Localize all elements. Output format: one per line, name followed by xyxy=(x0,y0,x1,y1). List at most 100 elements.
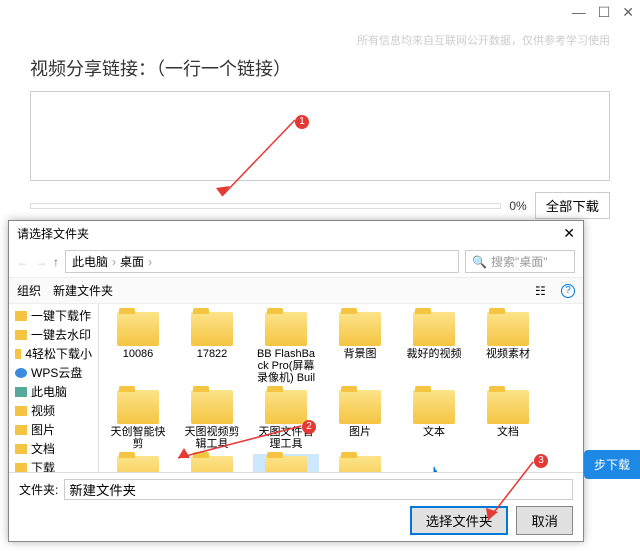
view-icon[interactable]: ☷ xyxy=(535,284,549,298)
file-item[interactable]: 文件素材 xyxy=(179,454,245,472)
folder-icon xyxy=(117,312,159,346)
sidebar-item-label: 下载 xyxy=(31,459,55,472)
sidebar-item[interactable]: WPS云盘 xyxy=(9,363,98,382)
sidebar-item-label: 4轻松下载小 xyxy=(25,345,92,362)
file-item[interactable]: ♪音乐 xyxy=(401,454,467,472)
breadcrumb[interactable]: 此电脑 › 桌面 › xyxy=(65,250,459,273)
folder-icon xyxy=(265,312,307,346)
folder-icon xyxy=(191,456,233,472)
folder-icon xyxy=(487,312,529,346)
folder-picker-dialog: 请选择文件夹 ✕ ← → ↑ 此电脑 › 桌面 › 🔍 搜索"桌面" 组织 新建… xyxy=(8,220,584,542)
folder-icon xyxy=(191,312,233,346)
minimize-button[interactable]: — xyxy=(572,4,586,21)
file-label: 背景图 xyxy=(344,348,377,360)
breadcrumb-l1[interactable]: 此电脑 xyxy=(72,253,108,270)
file-label: 裁好的视频 xyxy=(407,348,462,360)
search-icon: 🔍 xyxy=(472,255,487,269)
chevron-right-icon: › xyxy=(112,255,116,269)
folder-mini-icon xyxy=(15,444,27,454)
cancel-button[interactable]: 取消 xyxy=(516,506,573,535)
sidebar-item-label: 图片 xyxy=(31,421,55,438)
folder-icon xyxy=(413,390,455,424)
file-label: 文档 xyxy=(497,426,519,438)
progress-bar xyxy=(30,203,501,209)
sidebar-item-label: WPS云盘 xyxy=(31,364,82,381)
progress-pct: 0% xyxy=(509,199,526,213)
folder-mini-icon xyxy=(15,349,21,359)
sidebar-item[interactable]: 视频 xyxy=(9,401,98,420)
folder-name-input[interactable] xyxy=(64,479,573,500)
sidebar-item-label: 此电脑 xyxy=(31,383,67,400)
maximize-button[interactable]: ☐ xyxy=(598,4,611,21)
nav-back-icon[interactable]: ← xyxy=(17,255,29,269)
page-title: 视频分享链接：（一行一个链接） xyxy=(30,55,610,81)
folder-icon xyxy=(487,390,529,424)
sidebar-item[interactable]: 图片 xyxy=(9,420,98,439)
sidebar-item[interactable]: 4轻松下载小 xyxy=(9,344,98,363)
folder-icon xyxy=(339,390,381,424)
file-label: 17822 xyxy=(197,348,228,360)
dialog-close-button[interactable]: ✕ xyxy=(563,225,575,242)
folder-icon xyxy=(339,312,381,346)
file-item[interactable]: 裁好的视频 xyxy=(401,310,467,386)
sidebar-item[interactable]: 文档 xyxy=(9,439,98,458)
music-icon: ♪ xyxy=(415,456,453,472)
pc-mini-icon xyxy=(15,387,27,397)
file-item[interactable]: 17822 xyxy=(179,310,245,386)
file-item[interactable]: 天图视频剪辑工具 xyxy=(179,388,245,452)
folder-icon xyxy=(191,390,233,424)
search-input[interactable]: 🔍 搜索"桌面" xyxy=(465,250,575,273)
sidebar-item[interactable]: 一键下载作 xyxy=(9,306,98,325)
cloud-mini-icon xyxy=(15,368,27,378)
sidebar-item[interactable]: 下载 xyxy=(9,458,98,472)
sidebar: 一键下载作一键去水印4轻松下载小WPS云盘此电脑视频图片文档下载音乐桌面本地磁盘… xyxy=(9,304,99,472)
file-label: 视频素材 xyxy=(486,348,530,360)
folder-icon xyxy=(413,312,455,346)
help-icon[interactable]: ? xyxy=(561,284,575,298)
file-item[interactable]: 天创智能快剪 xyxy=(105,388,171,452)
newfolder-button[interactable]: 新建文件夹 xyxy=(53,282,113,299)
folder-icon xyxy=(117,456,159,472)
sync-download-button[interactable]: 步下载 xyxy=(584,450,640,479)
sidebar-item[interactable]: 此电脑 xyxy=(9,382,98,401)
file-label: 图片 xyxy=(349,426,371,438)
folder-mini-icon xyxy=(15,463,27,473)
nav-up-icon[interactable]: ↑ xyxy=(53,255,59,269)
close-button[interactable]: ✕ xyxy=(622,4,634,21)
file-item[interactable]: 文档 xyxy=(475,388,541,452)
breadcrumb-l2[interactable]: 桌面 xyxy=(120,253,144,270)
file-label: 天图视频剪辑工具 xyxy=(181,426,243,450)
nav-fwd-icon[interactable]: → xyxy=(35,255,47,269)
dialog-title: 请选择文件夹 xyxy=(17,225,89,242)
file-item[interactable]: 10086 xyxy=(105,310,171,386)
folder-mini-icon xyxy=(15,311,27,321)
folder-icon xyxy=(339,456,381,472)
file-label: BB FlashBack Pro(屏幕录像机) Build 4.0.1.2421… xyxy=(255,348,317,384)
sidebar-item[interactable]: 一键去水印 xyxy=(9,325,98,344)
file-item[interactable]: 图片 xyxy=(327,388,393,452)
folder-icon xyxy=(265,390,307,424)
file-item[interactable]: 新建文件夹 xyxy=(253,454,319,472)
file-item[interactable]: 天图文件管理工具 xyxy=(253,388,319,452)
file-item[interactable]: 新建文件夹 (2) xyxy=(327,454,393,472)
file-item[interactable]: 文件夹材料 xyxy=(105,454,171,472)
file-item[interactable]: 视频素材 xyxy=(475,310,541,386)
folder-field-label: 文件夹: xyxy=(19,481,58,498)
folder-mini-icon xyxy=(15,406,27,416)
organize-button[interactable]: 组织 xyxy=(17,282,41,299)
file-label: 天创智能快剪 xyxy=(107,426,169,450)
sidebar-item-label: 文档 xyxy=(31,440,55,457)
file-item[interactable]: BB FlashBack Pro(屏幕录像机) Build 4.0.1.2421… xyxy=(253,310,319,386)
search-placeholder: 搜索"桌面" xyxy=(491,253,548,270)
file-item[interactable]: 背景图 xyxy=(327,310,393,386)
sidebar-item-label: 一键下载作 xyxy=(31,307,91,324)
folder-icon xyxy=(117,390,159,424)
file-item[interactable]: 文本 xyxy=(401,388,467,452)
confirm-select-button[interactable]: 选择文件夹 xyxy=(410,506,509,535)
sidebar-item-label: 视频 xyxy=(31,402,55,419)
all-download-button[interactable]: 全部下载 xyxy=(535,192,610,219)
folder-mini-icon xyxy=(15,425,27,435)
file-label: 天图文件管理工具 xyxy=(255,426,317,450)
chevron-right-icon: › xyxy=(148,255,152,269)
links-textarea[interactable] xyxy=(30,91,610,181)
